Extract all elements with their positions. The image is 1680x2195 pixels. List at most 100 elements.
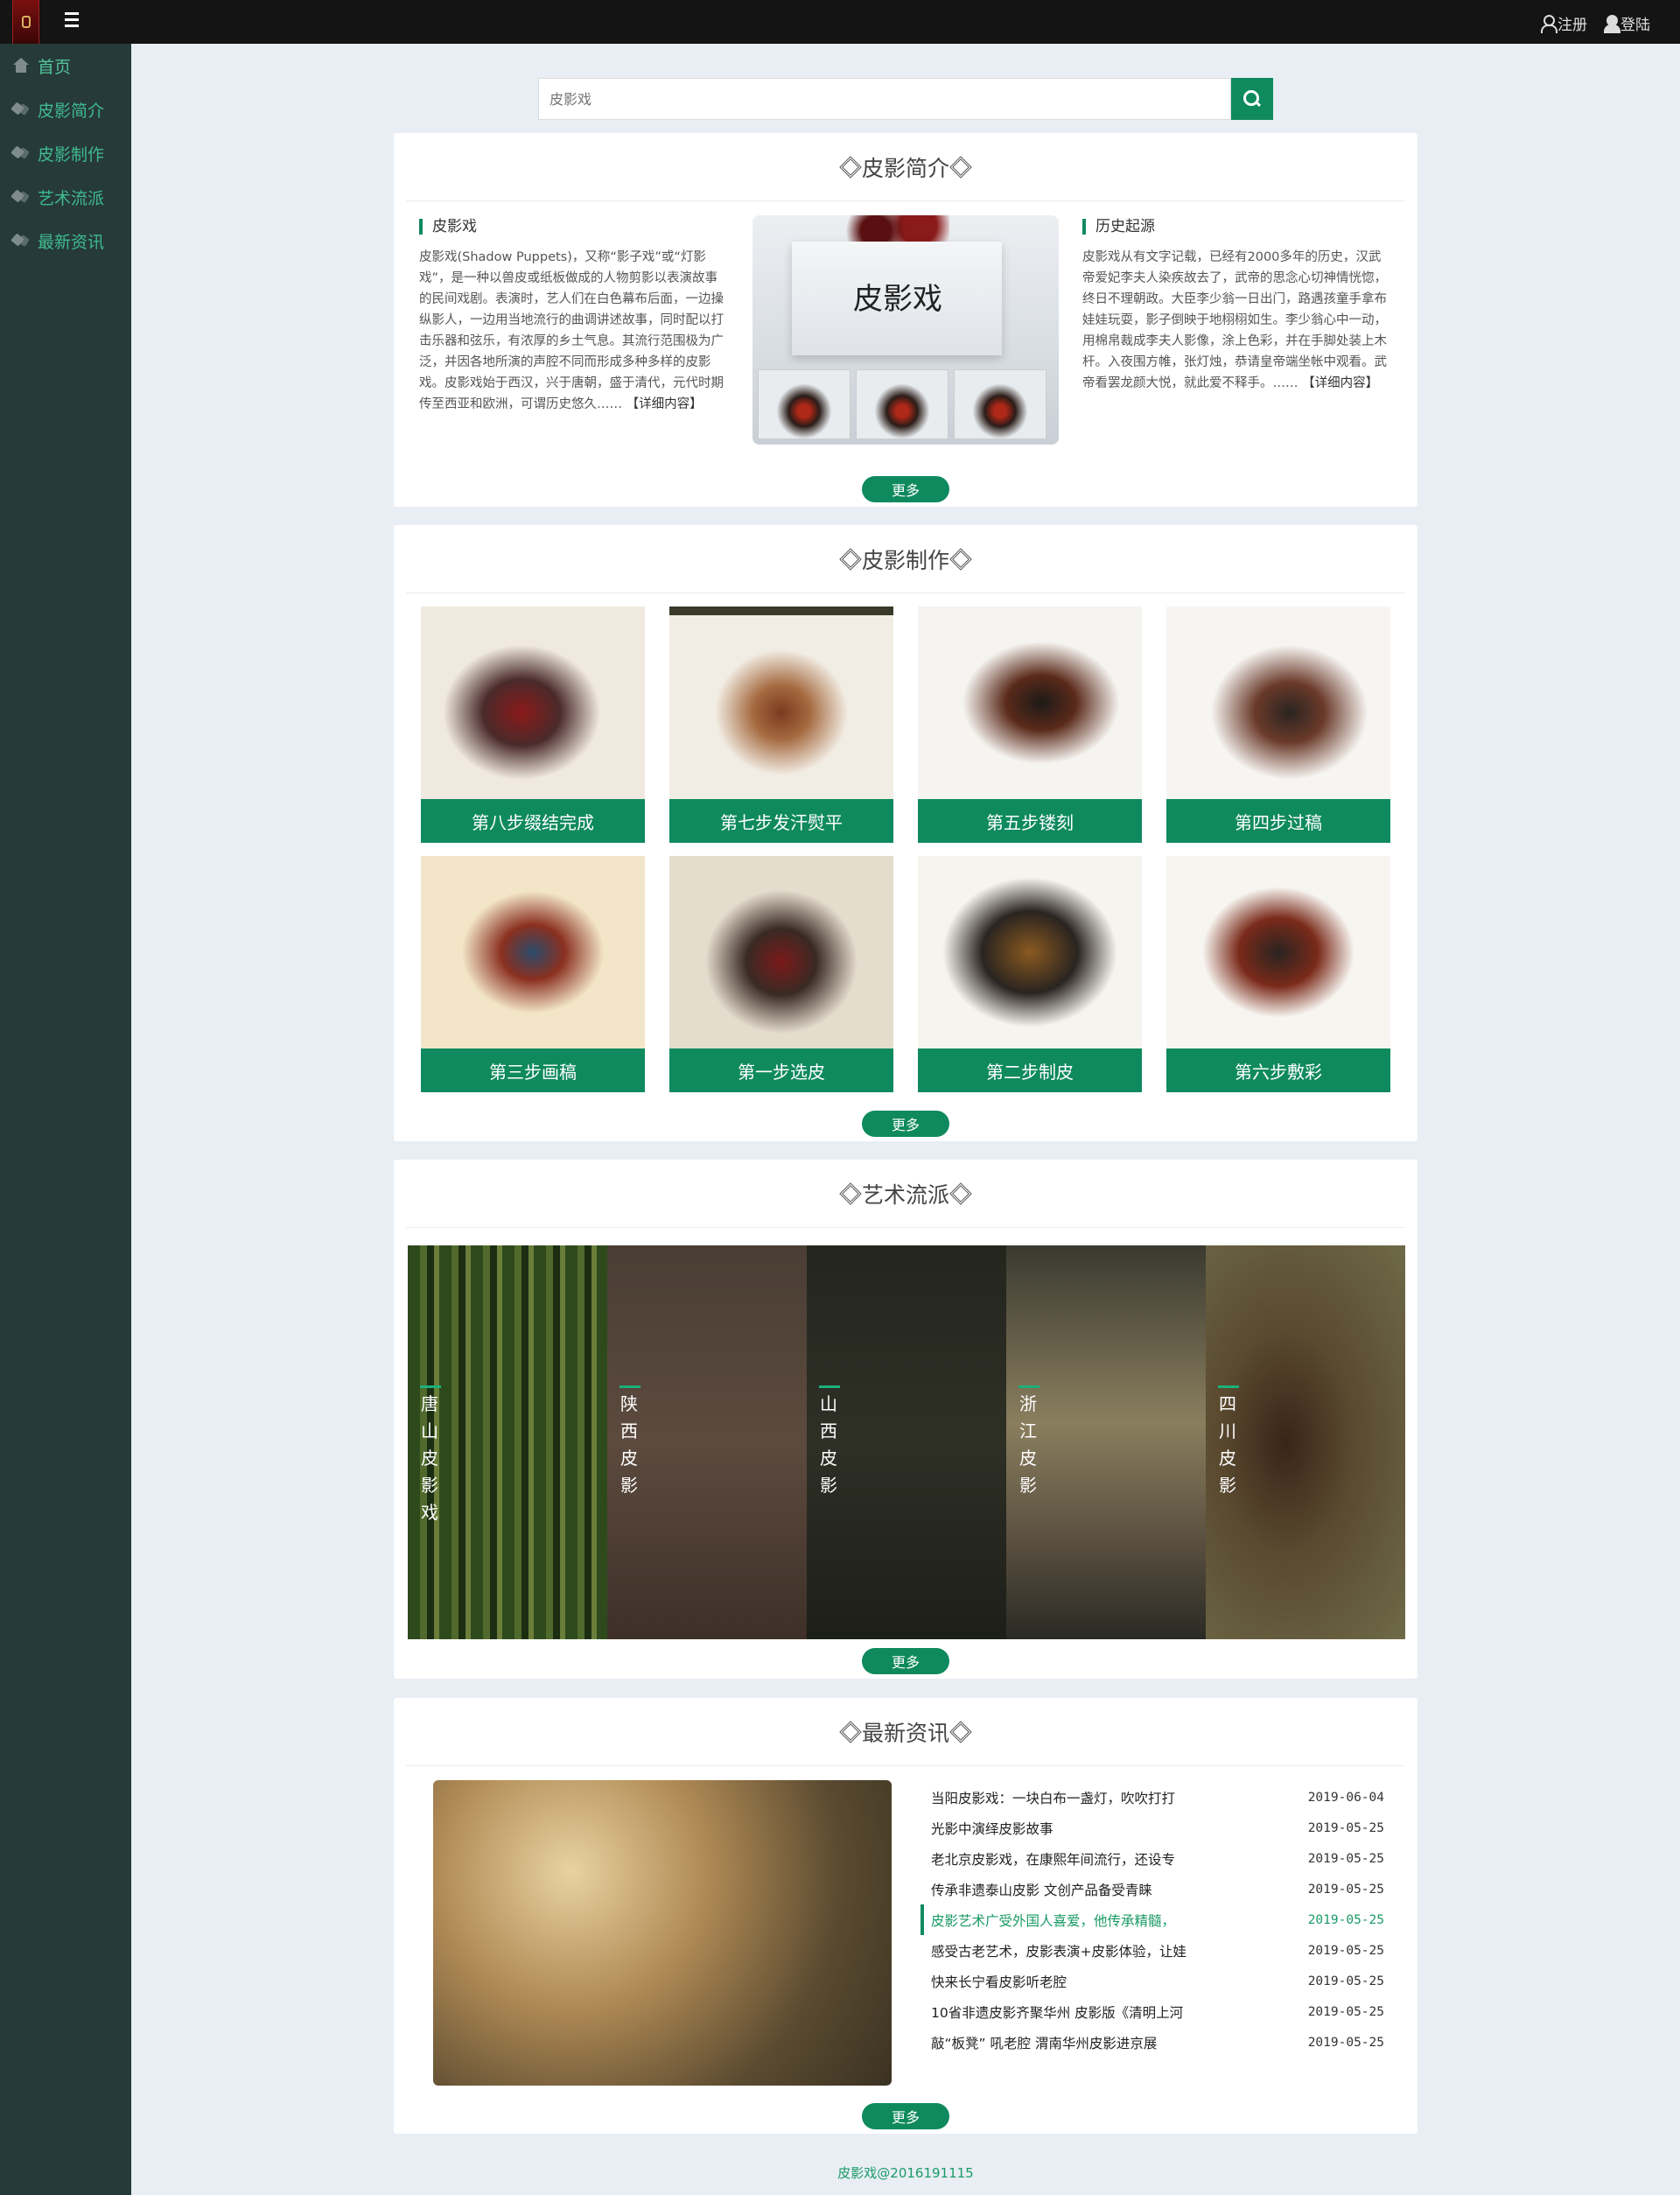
craft-title-text: 皮影制作	[861, 547, 949, 573]
search-input[interactable]	[538, 78, 1231, 120]
craft-image	[421, 607, 645, 799]
school-shanxi[interactable]: 山西皮影	[807, 1245, 1006, 1639]
sidebar: 首页 皮影简介 皮影制作 艺术流派 最新资讯	[0, 44, 131, 2195]
thumb-image	[954, 369, 1046, 439]
craft-item[interactable]: 第二步制皮	[918, 856, 1142, 1092]
craft-item[interactable]: 第七步发汗熨平	[669, 607, 893, 843]
news-title: 传承非遗泰山皮影 文创产品备受青睐	[931, 1882, 1152, 1898]
news-list: 当阳皮影戏：一块白布一盏灯，吹吹打打 2019-06-04 光影中演绎皮影故事 20…	[920, 1782, 1384, 2058]
intro-left-text: 皮影戏(Shadow Puppets)，又称“影子戏”或“灯影戏”，是一种以兽皮…	[419, 247, 725, 415]
intro-left-heading: 皮影戏	[419, 219, 725, 235]
craft-image	[669, 856, 893, 1048]
school-name: 浙江皮影	[1019, 1393, 1037, 1496]
ornament-icon	[949, 1182, 972, 1205]
news-item[interactable]: 老北京皮影戏，在康熙年间流行，还设专 2019-05-25	[920, 1843, 1384, 1874]
craft-item[interactable]: 第五步镂刻	[918, 607, 1142, 843]
craft-image	[1166, 607, 1390, 799]
school-shaanxi[interactable]: 陕西皮影	[607, 1245, 807, 1639]
news-item-active[interactable]: 皮影艺术广受外国人喜爱，他传承精髓， 2019-05-25	[920, 1904, 1384, 1935]
intro-left-column: 皮影戏 皮影戏(Shadow Puppets)，又称“影子戏”或“灯影戏”，是一…	[419, 219, 725, 415]
sidebar-item-label: 皮影简介	[38, 101, 105, 121]
intro-right-text: 皮影戏从有文字记载，已经有2000多年的历史，汉武帝爱妃李夫人染疾故去了，武帝的…	[1082, 247, 1393, 394]
news-item[interactable]: 当阳皮影戏：一块白布一盏灯，吹吹打打 2019-06-04	[920, 1782, 1384, 1813]
puppet-figure	[844, 215, 949, 242]
site-logo[interactable]	[12, 0, 39, 44]
sidebar-item-news[interactable]: 最新资讯	[0, 219, 131, 263]
intro-more-button[interactable]: 更多	[862, 476, 949, 502]
craft-item[interactable]: 第四步过稿	[1166, 607, 1390, 843]
news-title: 光影中演绎皮影故事	[931, 1820, 1054, 1837]
craft-item[interactable]: 第六步敷彩	[1166, 856, 1390, 1092]
schools-panel: 艺术流派 唐山皮影戏 陕西皮影 山西皮影 浙江皮影 四川皮影 更多	[394, 1160, 1418, 1679]
tags-icon	[12, 233, 30, 249]
school-accent-bar	[1218, 1385, 1239, 1388]
schools-more-button[interactable]: 更多	[862, 1648, 949, 1674]
craft-caption: 第四步过稿	[1166, 799, 1390, 843]
news-date: 2019-05-25	[1307, 1974, 1384, 1988]
tags-icon	[12, 145, 30, 161]
register-link[interactable]: 注册	[1540, 12, 1587, 34]
sidebar-item-intro[interactable]: 皮影简介	[0, 88, 131, 131]
school-accent-bar	[1018, 1385, 1040, 1388]
tags-icon	[12, 189, 30, 205]
home-icon	[12, 58, 30, 74]
login-link[interactable]: 登陆	[1603, 12, 1650, 34]
search-bar	[538, 78, 1273, 120]
sidebar-item-schools[interactable]: 艺术流派	[0, 175, 131, 219]
craft-item[interactable]: 第八步缀结完成	[421, 607, 645, 843]
news-item[interactable]: 快来长宁看皮影听老腔 2019-05-25	[920, 1966, 1384, 1996]
craft-item[interactable]: 第三步画稿	[421, 856, 645, 1092]
intro-right-detail-link[interactable]: 【详细内容】	[1302, 376, 1378, 390]
craft-image	[669, 607, 893, 799]
footer-text: 皮影戏@2016191115	[837, 2165, 974, 2181]
school-name: 山西皮影	[820, 1393, 837, 1496]
news-image[interactable]	[433, 1780, 892, 2086]
sidebar-item-label: 艺术流派	[38, 188, 105, 208]
user-outline-icon	[1540, 14, 1558, 33]
craft-image	[421, 856, 645, 1048]
intro-left-detail-link[interactable]: 【详细内容】	[626, 397, 703, 411]
news-item[interactable]: 敲“板凳” 吼老腔 渭南华州皮影进京展 2019-05-25	[920, 2027, 1384, 2058]
craft-panel: 皮影制作 第八步缀结完成 第七步发汗熨平 第五步镂刻 第四步过稿 第三步画稿 第…	[394, 525, 1418, 1141]
menu-toggle-icon[interactable]	[65, 12, 84, 32]
user-icon	[1603, 14, 1620, 33]
intro-image-thumbs	[758, 369, 1046, 439]
school-tangshan[interactable]: 唐山皮影戏	[408, 1245, 607, 1639]
news-title: 当阳皮影戏：一块白布一盏灯，吹吹打打	[931, 1790, 1176, 1806]
news-title: 感受古老艺术，皮影表演+皮影体验，让娃	[931, 1943, 1186, 1960]
intro-left-body: 皮影戏(Shadow Puppets)，又称“影子戏”或“灯影戏”，是一种以兽皮…	[419, 250, 724, 411]
ornament-icon	[949, 547, 972, 571]
school-sichuan[interactable]: 四川皮影	[1206, 1245, 1405, 1639]
news-item[interactable]: 10省非遗皮影齐聚华州 皮影版《清明上河 2019-05-25	[920, 1996, 1384, 2027]
craft-title: 皮影制作	[406, 525, 1405, 593]
sidebar-item-home[interactable]: 首页	[0, 44, 131, 88]
craft-caption: 第二步制皮	[918, 1048, 1142, 1092]
craft-caption: 第一步选皮	[669, 1048, 893, 1092]
sidebar-item-craft[interactable]: 皮影制作	[0, 131, 131, 175]
login-label: 登陆	[1620, 17, 1650, 34]
news-title-text: 最新资讯	[861, 1720, 949, 1746]
ornament-icon	[839, 1182, 862, 1205]
news-more-button[interactable]: 更多	[862, 2103, 949, 2129]
news-title: 皮影艺术广受外国人喜爱，他传承精髓，	[931, 1912, 1176, 1929]
intro-image: 皮影戏	[752, 215, 1059, 445]
school-zhejiang[interactable]: 浙江皮影	[1006, 1245, 1206, 1639]
intro-image-card: 皮影戏	[792, 242, 1002, 355]
schools-title: 艺术流派	[406, 1160, 1405, 1228]
news-date: 2019-05-25	[1307, 2035, 1384, 2050]
news-item[interactable]: 传承非遗泰山皮影 文创产品备受青睐 2019-05-25	[920, 1874, 1384, 1904]
intro-image-title: 皮影戏	[853, 282, 942, 317]
news-item[interactable]: 光影中演绎皮影故事 2019-05-25	[920, 1813, 1384, 1843]
news-date: 2019-05-25	[1307, 1851, 1384, 1866]
schools-title-text: 艺术流派	[861, 1182, 949, 1208]
craft-caption: 第五步镂刻	[918, 799, 1142, 843]
ornament-icon	[949, 1720, 972, 1743]
news-item[interactable]: 感受古老艺术，皮影表演+皮影体验，让娃 2019-05-25	[920, 1935, 1384, 1966]
intro-title-text: 皮影简介	[861, 155, 949, 181]
search-button[interactable]	[1231, 78, 1273, 120]
craft-item[interactable]: 第一步选皮	[669, 856, 893, 1092]
craft-more-button[interactable]: 更多	[862, 1111, 949, 1137]
news-title: 10省非遗皮影齐聚华州 皮影版《清明上河	[931, 2004, 1184, 2021]
school-accent-bar	[420, 1385, 441, 1388]
sidebar-item-label: 最新资讯	[38, 232, 105, 252]
